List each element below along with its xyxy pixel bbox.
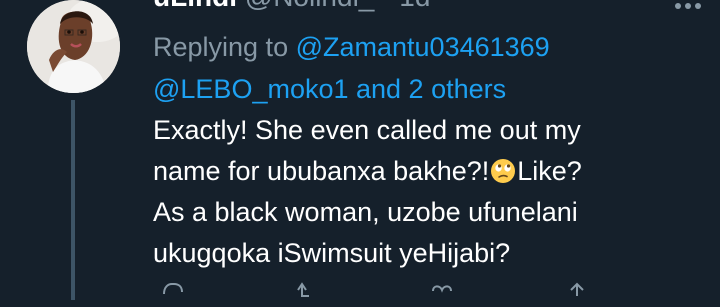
retweet-icon[interactable] bbox=[295, 282, 319, 302]
rolling-eyes-emoji-icon bbox=[490, 155, 516, 183]
avatar[interactable] bbox=[27, 0, 120, 93]
tweet-actions bbox=[150, 282, 690, 302]
header-separator: · bbox=[374, 0, 399, 12]
share-icon[interactable] bbox=[565, 282, 589, 302]
like-icon[interactable] bbox=[430, 282, 454, 302]
avatar-photo bbox=[27, 0, 120, 93]
replying-to-label: Replying to bbox=[153, 32, 296, 62]
mention-link-primary[interactable]: @Zamantu03461369 bbox=[296, 32, 550, 62]
more-horizontal-icon[interactable] bbox=[668, 0, 708, 22]
tweet-text-line-1: Exactly! She even called me out my bbox=[153, 115, 581, 145]
tweet-body: Exactly! She even called me out my name … bbox=[153, 110, 693, 274]
others-link[interactable]: and 2 others bbox=[349, 74, 506, 104]
user-handle[interactable]: @Nolindi_ bbox=[245, 0, 375, 12]
reply-icon[interactable] bbox=[160, 282, 184, 302]
thread-line bbox=[71, 100, 75, 300]
tweet-header: uLindi @Nolindi_ · 1d bbox=[153, 0, 430, 14]
display-name[interactable]: uLindi bbox=[153, 0, 237, 12]
tweet-text-line-2-before: name for ububanxa bakhe?! bbox=[153, 156, 490, 186]
mention-link-secondary[interactable]: @LEBO_moko1 bbox=[153, 74, 349, 104]
tweet-text-line-4: ukugqoka iSwimsuit yeHijabi? bbox=[153, 238, 511, 268]
tweet-text-line-2: name for ububanxa bakhe?! Like? bbox=[153, 151, 693, 192]
tweet-text-line-3: As a black woman, uzobe ufunelani bbox=[153, 197, 578, 227]
replying-to: Replying to @Zamantu03461369 @LEBO_moko1… bbox=[153, 26, 550, 110]
timestamp[interactable]: 1d bbox=[399, 0, 430, 12]
tweet-text-line-2-after: Like? bbox=[517, 156, 582, 186]
